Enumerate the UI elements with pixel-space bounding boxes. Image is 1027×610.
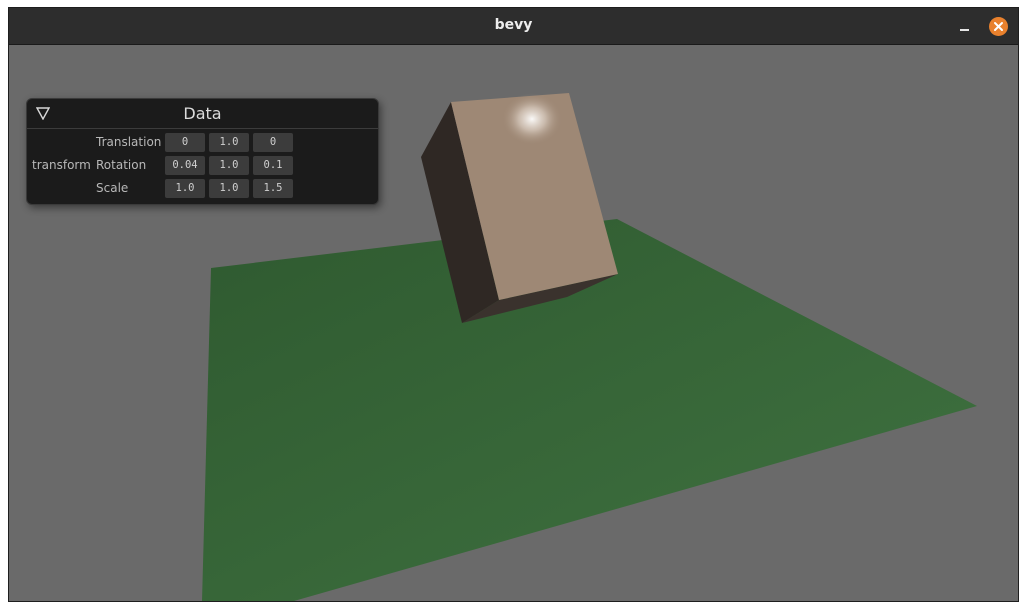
minimize-icon: [960, 29, 969, 31]
scale-z-field[interactable]: 1.5: [253, 179, 293, 198]
translation-label: Translation: [96, 135, 162, 149]
translation-y-field[interactable]: 1.0: [209, 133, 249, 152]
rotation-z-field[interactable]: 0.1: [253, 156, 293, 175]
translation-x-field[interactable]: 0: [165, 133, 205, 152]
3d-viewport[interactable]: Data transform Translation 0 1.0 0 Rotat…: [9, 45, 1018, 601]
title-bar[interactable]: bevy: [9, 8, 1018, 45]
scale-x-field[interactable]: 1.0: [165, 179, 205, 198]
close-button[interactable]: [989, 17, 1008, 36]
rotation-y-field[interactable]: 1.0: [209, 156, 249, 175]
app-window: bevy Data transform Translation 0 1.0 0 …: [9, 8, 1018, 601]
panel-header[interactable]: Data: [27, 99, 378, 129]
close-icon: [994, 22, 1003, 31]
scale-y-field[interactable]: 1.0: [209, 179, 249, 198]
rotation-label: Rotation: [96, 158, 147, 172]
window-title: bevy: [494, 17, 533, 33]
panel-title: Data: [183, 104, 222, 123]
minimize-button[interactable]: [955, 18, 973, 36]
scale-label: Scale: [96, 181, 129, 195]
rotation-x-field[interactable]: 0.04: [165, 156, 205, 175]
translation-z-field[interactable]: 0: [253, 133, 293, 152]
cube-specular-highlight: [502, 93, 562, 145]
transform-label: transform: [32, 158, 91, 172]
inspector-panel: Data transform Translation 0 1.0 0 Rotat…: [26, 98, 379, 205]
